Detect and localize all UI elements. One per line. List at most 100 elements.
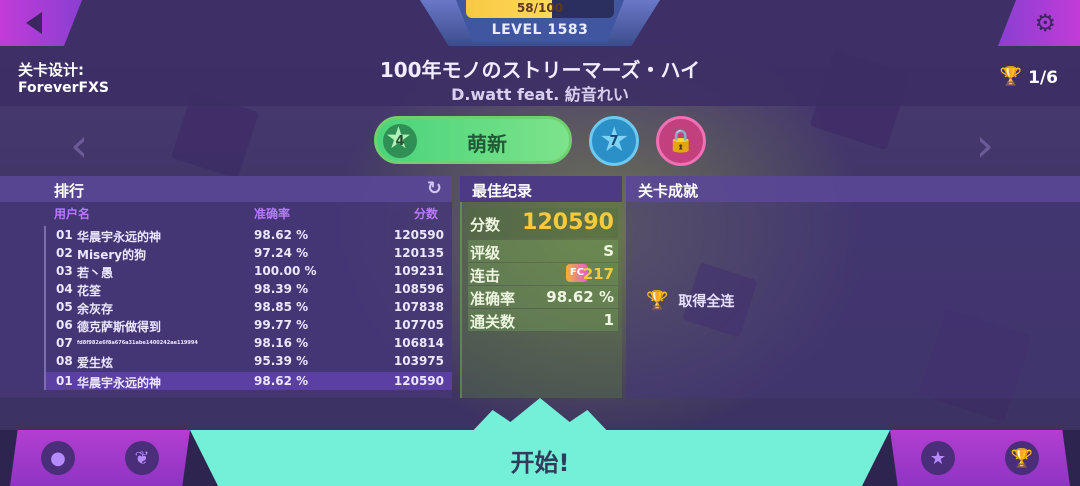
song-artist: D.watt feat. 紡音れい bbox=[451, 85, 629, 104]
rank-username: fd8f982e6f8a676a31abe1400242ae119994 bbox=[77, 340, 198, 346]
rank-username: 若丶愚 bbox=[77, 266, 114, 280]
song-title: 100年モノのストリーマーズ・ハイ bbox=[379, 58, 701, 82]
rank-position: 01 bbox=[56, 228, 73, 242]
table-row[interactable]: 07 fd8f982e6f8a676a31abe1400242ae119994 … bbox=[46, 334, 452, 352]
table-row[interactable]: 04 花筌 98.39 % 108596 bbox=[46, 280, 452, 298]
trophy-button[interactable]: 🏆 bbox=[974, 430, 1070, 486]
rank-accuracy: 98.85 % bbox=[254, 300, 309, 314]
rank-score: 103975 bbox=[393, 354, 444, 368]
best-record-panel: 分数 120590 评级 S 连击 FC 217 准确率 98.62 % 通关数… bbox=[460, 202, 622, 398]
difficulty-star-icon: ★ 4 bbox=[383, 124, 417, 158]
rank-position: 02 bbox=[56, 246, 73, 260]
rank-username: 德克萨斯做得到 bbox=[77, 320, 162, 334]
rank-accuracy: 98.16 % bbox=[254, 336, 309, 350]
achievement-item: 🏆 取得全连 bbox=[646, 290, 734, 311]
refresh-icon[interactable]: ↻ bbox=[427, 178, 442, 199]
leaderboard-list[interactable]: 01 华晨宇永远的神 98.62 % 120590 02 Misery的狗 97… bbox=[44, 226, 452, 390]
best-clears-row: 通关数 1 bbox=[468, 309, 618, 331]
rank-username: 花筌 bbox=[77, 284, 102, 298]
best-accuracy-value: 98.62 % bbox=[546, 288, 614, 306]
leaf-icon: ❦ bbox=[125, 441, 159, 475]
trophy-icon: 🏆 bbox=[999, 66, 1022, 87]
favorite-button[interactable]: ★ bbox=[890, 430, 986, 486]
rank-username: 华晨宇永远的神 bbox=[77, 376, 162, 390]
level-label: LEVEL 1583 bbox=[491, 22, 589, 38]
rank-score: 120590 bbox=[393, 228, 444, 242]
start-button-label[interactable]: 开始! bbox=[190, 443, 890, 478]
rank-username: 华晨宇永远的神 bbox=[77, 230, 162, 244]
table-row[interactable]: 06 德克萨斯做得到 99.77 % 107705 bbox=[46, 316, 452, 334]
best-score-label: 分数 bbox=[470, 216, 501, 234]
my-rank-row[interactable]: 01 华晨宇永远的神 98.62 % 120590 bbox=[46, 372, 452, 390]
xp-progress-bar: 58/100 bbox=[466, 0, 614, 18]
back-arrow-icon bbox=[26, 12, 42, 34]
best-score-value: 120590 bbox=[522, 210, 614, 235]
table-row[interactable]: 01 华晨宇永远的神 98.62 % 120590 bbox=[46, 226, 452, 244]
difficulty-selected-button[interactable]: ★ 4 萌新 bbox=[374, 116, 572, 164]
best-grade-value: S bbox=[603, 242, 614, 260]
best-clears-label: 通关数 bbox=[470, 313, 516, 331]
rank-position: 01 bbox=[56, 374, 73, 388]
best-combo-label: 连击 bbox=[470, 267, 501, 285]
rank-score: 120135 bbox=[393, 246, 444, 260]
best-record-header: 最佳纪录 bbox=[460, 176, 622, 202]
difficulty-level: 4 bbox=[395, 133, 405, 149]
achievement-label: 取得全连 bbox=[678, 294, 735, 310]
best-grade-row: 评级 S bbox=[468, 240, 618, 262]
trophy-icon: 🏆 bbox=[646, 290, 669, 311]
rank-position: 05 bbox=[56, 300, 73, 314]
table-row[interactable]: 05 余灰存 98.85 % 107838 bbox=[46, 298, 452, 316]
best-combo-row: 连击 FC 217 bbox=[468, 263, 618, 285]
rank-accuracy: 98.39 % bbox=[254, 282, 309, 296]
rank-accuracy: 98.62 % bbox=[254, 228, 309, 242]
xp-text: 58/100 bbox=[516, 1, 564, 15]
table-row[interactable]: 02 Misery的狗 97.24 % 120135 bbox=[46, 244, 452, 262]
achievements-panel: 🏆 取得全连 bbox=[626, 202, 1080, 398]
difficulty-label: 萌新 bbox=[467, 132, 507, 156]
rank-position: 06 bbox=[56, 318, 73, 332]
rank-score: 107838 bbox=[393, 300, 444, 314]
achievements-title: 关卡成就 bbox=[638, 182, 699, 200]
rank-accuracy: 99.77 % bbox=[254, 318, 309, 332]
profile-button[interactable]: ● bbox=[10, 430, 106, 486]
table-row[interactable]: 03 若丶愚 100.00 % 109231 bbox=[46, 262, 452, 280]
rank-score: 109231 bbox=[393, 264, 444, 278]
rank-username: 余灰存 bbox=[77, 302, 114, 316]
rank-username: Misery的狗 bbox=[77, 248, 147, 262]
table-row[interactable]: 08 爱生炫 95.39 % 103975 bbox=[46, 352, 452, 370]
rank-position: 07 bbox=[56, 336, 73, 350]
trophy-count: 1/6 bbox=[1028, 68, 1058, 88]
previous-level-arrow-icon[interactable]: ‹ bbox=[70, 118, 88, 172]
rank-score: 107705 bbox=[393, 318, 444, 332]
best-score-row: 分数 120590 bbox=[468, 208, 618, 238]
best-clears-value: 1 bbox=[603, 311, 614, 329]
rank-accuracy: 97.24 % bbox=[254, 246, 309, 260]
column-score: 分数 bbox=[414, 207, 439, 221]
next-level-arrow-icon[interactable]: › bbox=[976, 118, 994, 172]
best-accuracy-row: 准确率 98.62 % bbox=[468, 286, 618, 308]
rank-score: 108596 bbox=[393, 282, 444, 296]
leaderboard-header: 排行 ↻ bbox=[0, 176, 452, 202]
rank-accuracy: 100.00 % bbox=[254, 264, 317, 278]
rank-username: 爱生炫 bbox=[77, 356, 114, 370]
rank-position: 04 bbox=[56, 282, 73, 296]
trophy-icon: 🏆 bbox=[1005, 441, 1039, 475]
column-accuracy: 准确率 bbox=[254, 207, 291, 221]
rank-score: 106814 bbox=[393, 336, 444, 350]
difficulty-locked-button[interactable]: 🔒 bbox=[656, 116, 706, 166]
difficulty-next-button[interactable]: ★ 7 bbox=[589, 116, 639, 166]
rank-accuracy: 95.39 % bbox=[254, 354, 309, 368]
leaderboard-panel: 用户名 准确率 分数 01 华晨宇永远的神 98.62 % 120590 02 … bbox=[0, 202, 452, 398]
song-info-bar: 关卡设计: ForeverFXS 100年モノのストリーマーズ・ハイ D.wat… bbox=[0, 46, 1080, 106]
best-accuracy-label: 准确率 bbox=[470, 290, 516, 308]
star-icon: ★ bbox=[921, 441, 955, 475]
achievements-header: 关卡成就 bbox=[626, 176, 1080, 202]
leaf-button[interactable]: ❦ bbox=[94, 430, 190, 486]
user-icon: ● bbox=[41, 441, 75, 475]
lock-icon: 🔒 bbox=[667, 128, 695, 154]
rank-score: 120590 bbox=[393, 374, 444, 388]
best-combo-value: 217 bbox=[582, 265, 614, 283]
column-user: 用户名 bbox=[54, 207, 91, 221]
difficulty-next-level: 7 bbox=[609, 133, 619, 149]
gear-icon: ⚙ bbox=[1034, 9, 1056, 37]
